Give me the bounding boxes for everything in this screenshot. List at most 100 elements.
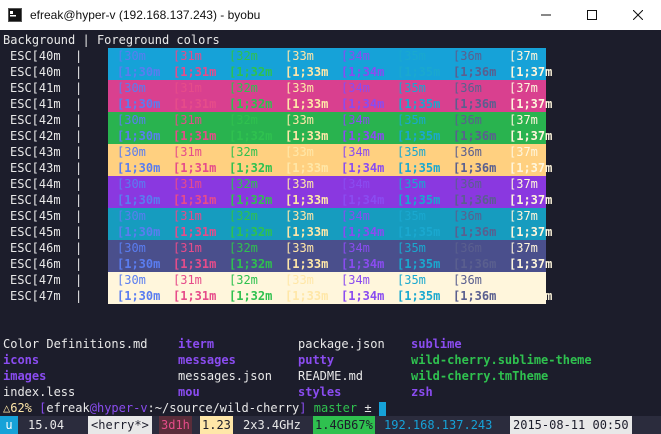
color-sample: [1;31m xyxy=(173,257,217,271)
color-sample: [1;31m xyxy=(173,225,217,239)
color-sample: [37m xyxy=(509,145,538,159)
color-sample: [33m xyxy=(285,49,314,63)
listing-entry: wild-cherry.sublime-theme xyxy=(411,353,592,367)
color-sample: [1;34m xyxy=(341,161,385,175)
color-sample: [36m xyxy=(453,81,482,95)
color-sample: [32m xyxy=(229,177,258,191)
color-sample: [30m xyxy=(117,209,146,223)
color-sample: [1;34m xyxy=(341,225,385,239)
color-sample: [36m xyxy=(453,145,482,159)
minimize-icon xyxy=(541,14,551,16)
color-sample: [1;31m xyxy=(173,193,217,207)
color-sample: [36m xyxy=(453,273,482,287)
color-sample: [30m xyxy=(117,49,146,63)
color-sample: [35m xyxy=(397,209,426,223)
color-sample: [31m xyxy=(173,49,202,63)
color-sample: [36m xyxy=(453,113,482,127)
color-sample: [30m xyxy=(117,241,146,255)
color-sample: [37m xyxy=(509,49,538,63)
row-label: ESC[47m | xyxy=(10,289,83,303)
color-sample: [32m xyxy=(229,81,258,95)
row-label: ESC[41m | xyxy=(10,97,83,111)
color-sample: [1;35m xyxy=(397,225,441,239)
close-button[interactable] xyxy=(615,0,661,30)
row-label: ESC[46m | xyxy=(10,257,83,271)
color-sample: [35m xyxy=(397,241,426,255)
color-sample: [31m xyxy=(173,113,202,127)
status-uptime: 3d1h xyxy=(159,416,192,434)
color-sample: [32m xyxy=(229,273,258,287)
color-sample: [1;35m xyxy=(397,257,441,271)
listing-entry: zsh xyxy=(411,385,433,399)
color-sample: [1;32m xyxy=(229,97,273,111)
row-label: ESC[43m | xyxy=(10,145,83,159)
color-sample: [1;32m xyxy=(229,225,273,239)
color-sample: [1;34m xyxy=(341,289,385,303)
color-sample: [1;33m xyxy=(285,257,329,271)
color-sample: [37m xyxy=(509,241,538,255)
listing-entry: index.less xyxy=(3,385,76,399)
color-sample: [33m xyxy=(285,113,314,127)
color-sample: [37m xyxy=(509,273,538,287)
color-sample: [1;37m xyxy=(509,97,553,111)
color-sample: [1;36m xyxy=(453,161,497,175)
color-sample: [37m xyxy=(509,81,538,95)
prompt-path: ~/source/wild-cherry xyxy=(154,401,300,415)
status-datetime: 2015-08-11 00:50 xyxy=(510,416,632,434)
row-label: ESC[45m | xyxy=(10,209,83,223)
color-sample: [34m xyxy=(341,273,370,287)
color-sample: [1;34m xyxy=(341,257,385,271)
maximize-button[interactable] xyxy=(569,0,615,30)
color-sample: [36m xyxy=(453,177,482,191)
prompt-git-status: ± xyxy=(364,401,372,415)
listing-entry: sublime xyxy=(411,337,462,351)
color-sample: [30m xyxy=(117,81,146,95)
color-sample: [1;30m xyxy=(117,161,161,175)
color-sample: [32m xyxy=(229,145,258,159)
color-sample: [1;30m xyxy=(117,65,161,79)
color-sample: [1;34m xyxy=(341,129,385,143)
color-sample: [1;30m xyxy=(117,257,161,271)
status-os-logo: u xyxy=(0,416,18,434)
color-sample: [35m xyxy=(397,177,426,191)
color-sample: [33m xyxy=(285,81,314,95)
color-sample: [1;30m xyxy=(117,129,161,143)
color-sample: [1;37m xyxy=(509,193,553,207)
prompt-battery: △62% xyxy=(3,401,32,415)
color-sample: [1;30m xyxy=(117,225,161,239)
terminal-cursor xyxy=(378,401,386,416)
terminal-scrollbar[interactable] xyxy=(651,30,661,416)
listing-entry: mou xyxy=(178,385,200,399)
color-sample: [1;31m xyxy=(173,161,217,175)
prompt-user: efreak xyxy=(46,401,90,415)
color-sample: [1;35m xyxy=(397,129,441,143)
color-sample: [1;36m xyxy=(453,129,497,143)
status-session[interactable]: <herry*> xyxy=(88,416,152,434)
minimize-button[interactable] xyxy=(523,0,569,30)
color-sample: [1;33m xyxy=(285,193,329,207)
row-label: ESC[43m | xyxy=(10,161,83,175)
color-sample: [1;30m xyxy=(117,289,161,303)
listing-entry: messages.json xyxy=(178,369,272,383)
color-sample: [35m xyxy=(397,273,426,287)
color-sample: [1;36m xyxy=(453,97,497,111)
color-sample: [1;35m xyxy=(397,65,441,79)
color-sample: [1;37m xyxy=(509,225,553,239)
color-sample: [33m xyxy=(285,209,314,223)
color-sample: [1;31m xyxy=(173,129,217,143)
color-sample: [1;32m xyxy=(229,257,273,271)
color-sample: [33m xyxy=(285,177,314,191)
color-sample: [31m xyxy=(173,145,202,159)
color-sample: [1;34m xyxy=(341,193,385,207)
color-sample: [36m xyxy=(453,209,482,223)
color-sample: [32m xyxy=(229,209,258,223)
terminal-area[interactable]: Background | Foreground colors ESC[40m |… xyxy=(0,30,661,434)
color-sample: [1;30m xyxy=(117,193,161,207)
row-label: ESC[47m | xyxy=(10,273,83,287)
header-foreground-label: Foreground colors xyxy=(96,33,220,47)
color-sample: [1;36m xyxy=(453,65,497,79)
color-sample: [1;35m xyxy=(397,97,441,111)
color-sample: [1;35m xyxy=(397,161,441,175)
color-sample: [1;33m xyxy=(285,97,329,111)
color-sample: [37m xyxy=(509,113,538,127)
